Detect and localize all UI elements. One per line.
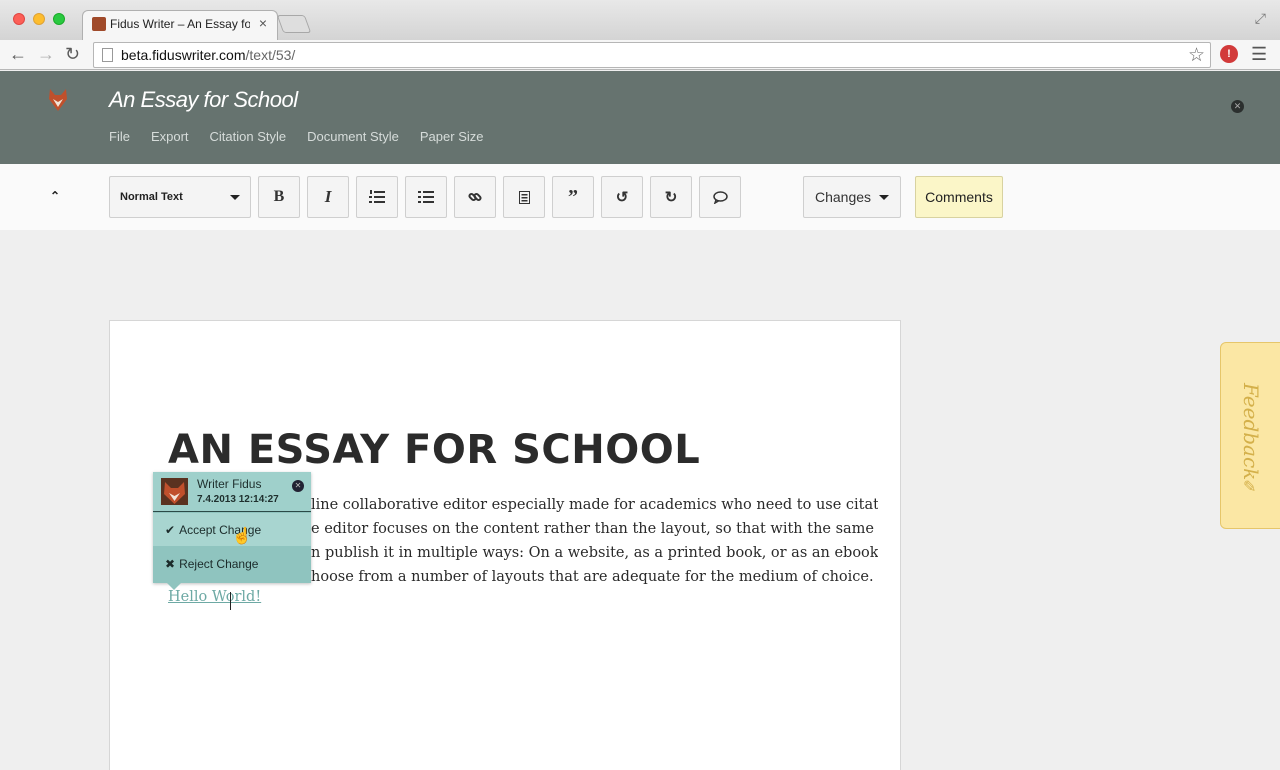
bullet-list-icon: [418, 191, 434, 203]
bullet-list-button[interactable]: [405, 176, 447, 218]
link-icon: [468, 192, 482, 202]
avatar: [161, 478, 188, 505]
bookmark-star-icon[interactable]: ☆: [1188, 44, 1205, 67]
redo-icon: ↻: [664, 189, 678, 206]
back-arrow-icon[interactable]: ←: [9, 44, 27, 64]
page-icon: [102, 48, 113, 62]
pencil-icon: ✎: [1243, 479, 1257, 496]
window-maximize-button[interactable]: [53, 13, 65, 25]
reject-change-button[interactable]: ✖ Reject Change: [153, 546, 311, 581]
tab-title: Fidus Writer – An Essay for School: [110, 17, 250, 31]
app-menu: File Export Citation Style Document Styl…: [109, 129, 483, 144]
extension-icon[interactable]: !: [1220, 45, 1238, 63]
add-comment-button[interactable]: [699, 176, 741, 218]
quote-icon: ”: [568, 185, 578, 208]
caret-down-icon: [879, 194, 890, 200]
change-date: 7.4.2013 12:14:27: [197, 494, 279, 505]
paragraph-style-value: Normal Text: [120, 191, 183, 203]
reject-change-label: Reject Change: [179, 556, 259, 571]
x-icon: ✖: [165, 556, 176, 571]
browser-menu-icon[interactable]: ☰: [1251, 44, 1267, 65]
bold-button[interactable]: B: [258, 176, 300, 218]
comments-button[interactable]: Comments: [915, 176, 1003, 218]
menu-citation-style[interactable]: Citation Style: [210, 129, 287, 144]
speech-bubble-icon: [712, 190, 728, 204]
popup-pointer: [167, 583, 181, 590]
menu-paper-size[interactable]: Paper Size: [420, 129, 484, 144]
tracked-insertion[interactable]: Hello World!: [168, 589, 261, 605]
browser-tab-strip: Fidus Writer – An Essay for School × ⤢: [0, 0, 1280, 40]
caret-down-icon: [230, 194, 240, 200]
link-button[interactable]: [454, 176, 496, 218]
url-path: /text/53/: [245, 47, 296, 63]
undo-button[interactable]: ↺: [601, 176, 643, 218]
browser-toolbar: ← → ↻ beta.fiduswriter.com/text/53/ ☆ ! …: [0, 40, 1280, 70]
url-text[interactable]: beta.fiduswriter.com/text/53/: [121, 47, 295, 63]
book-icon: [518, 190, 530, 204]
feedback-tab[interactable]: Feedback ✎: [1220, 342, 1280, 529]
paragraph-style-select[interactable]: Normal Text: [109, 176, 251, 218]
forward-arrow-icon[interactable]: →: [37, 44, 55, 64]
close-document-icon[interactable]: ✕: [1231, 100, 1244, 113]
undo-icon: ↺: [615, 189, 629, 206]
changes-label: Changes: [814, 189, 872, 205]
document-title[interactable]: An Essay for School: [109, 87, 298, 113]
window-minimize-button[interactable]: [33, 13, 45, 25]
menu-document-style[interactable]: Document Style: [307, 129, 399, 144]
editor-toolbar: ⌃ Normal Text B I ” ↺ ↻ Changes Comments: [0, 164, 1280, 230]
url-host: beta.fiduswriter.com: [121, 47, 246, 63]
change-author: Writer Fidus: [197, 477, 262, 491]
address-bar[interactable]: beta.fiduswriter.com/text/53/ ☆: [93, 42, 1211, 68]
feedback-label: Feedback: [1239, 383, 1263, 481]
quote-button[interactable]: ”: [552, 176, 594, 218]
menu-file[interactable]: File: [109, 129, 130, 144]
document-heading[interactable]: AN ESSAY FOR SCHOOL: [168, 427, 700, 473]
favicon-icon: [92, 17, 106, 31]
ordered-list-button[interactable]: [356, 176, 398, 218]
fox-logo-icon[interactable]: [48, 89, 68, 111]
check-icon: ✔: [165, 522, 176, 537]
changes-dropdown[interactable]: Changes: [803, 176, 901, 218]
italic-button[interactable]: I: [307, 176, 349, 218]
footnote-button[interactable]: [503, 176, 545, 218]
app-header: An Essay for School File Export Citation…: [0, 71, 1280, 164]
close-icon[interactable]: ✕: [292, 480, 304, 492]
text-caret: [230, 592, 231, 610]
window-close-button[interactable]: [13, 13, 25, 25]
fullscreen-icon[interactable]: ⤢: [1255, 10, 1266, 27]
new-tab-button[interactable]: [276, 15, 312, 33]
tab-close-icon[interactable]: ×: [259, 15, 267, 31]
collapse-chevron-icon[interactable]: ⌃: [50, 189, 60, 203]
ordered-list-icon: [369, 190, 385, 203]
reload-icon[interactable]: ↻: [65, 44, 80, 64]
menu-export[interactable]: Export: [151, 129, 189, 144]
change-popup-header: Writer Fidus 7.4.2013 12:14:27 ✕: [153, 472, 311, 512]
hand-cursor-icon: ☝: [232, 528, 252, 545]
redo-button[interactable]: ↻: [650, 176, 692, 218]
browser-tab[interactable]: Fidus Writer – An Essay for School ×: [82, 10, 278, 40]
